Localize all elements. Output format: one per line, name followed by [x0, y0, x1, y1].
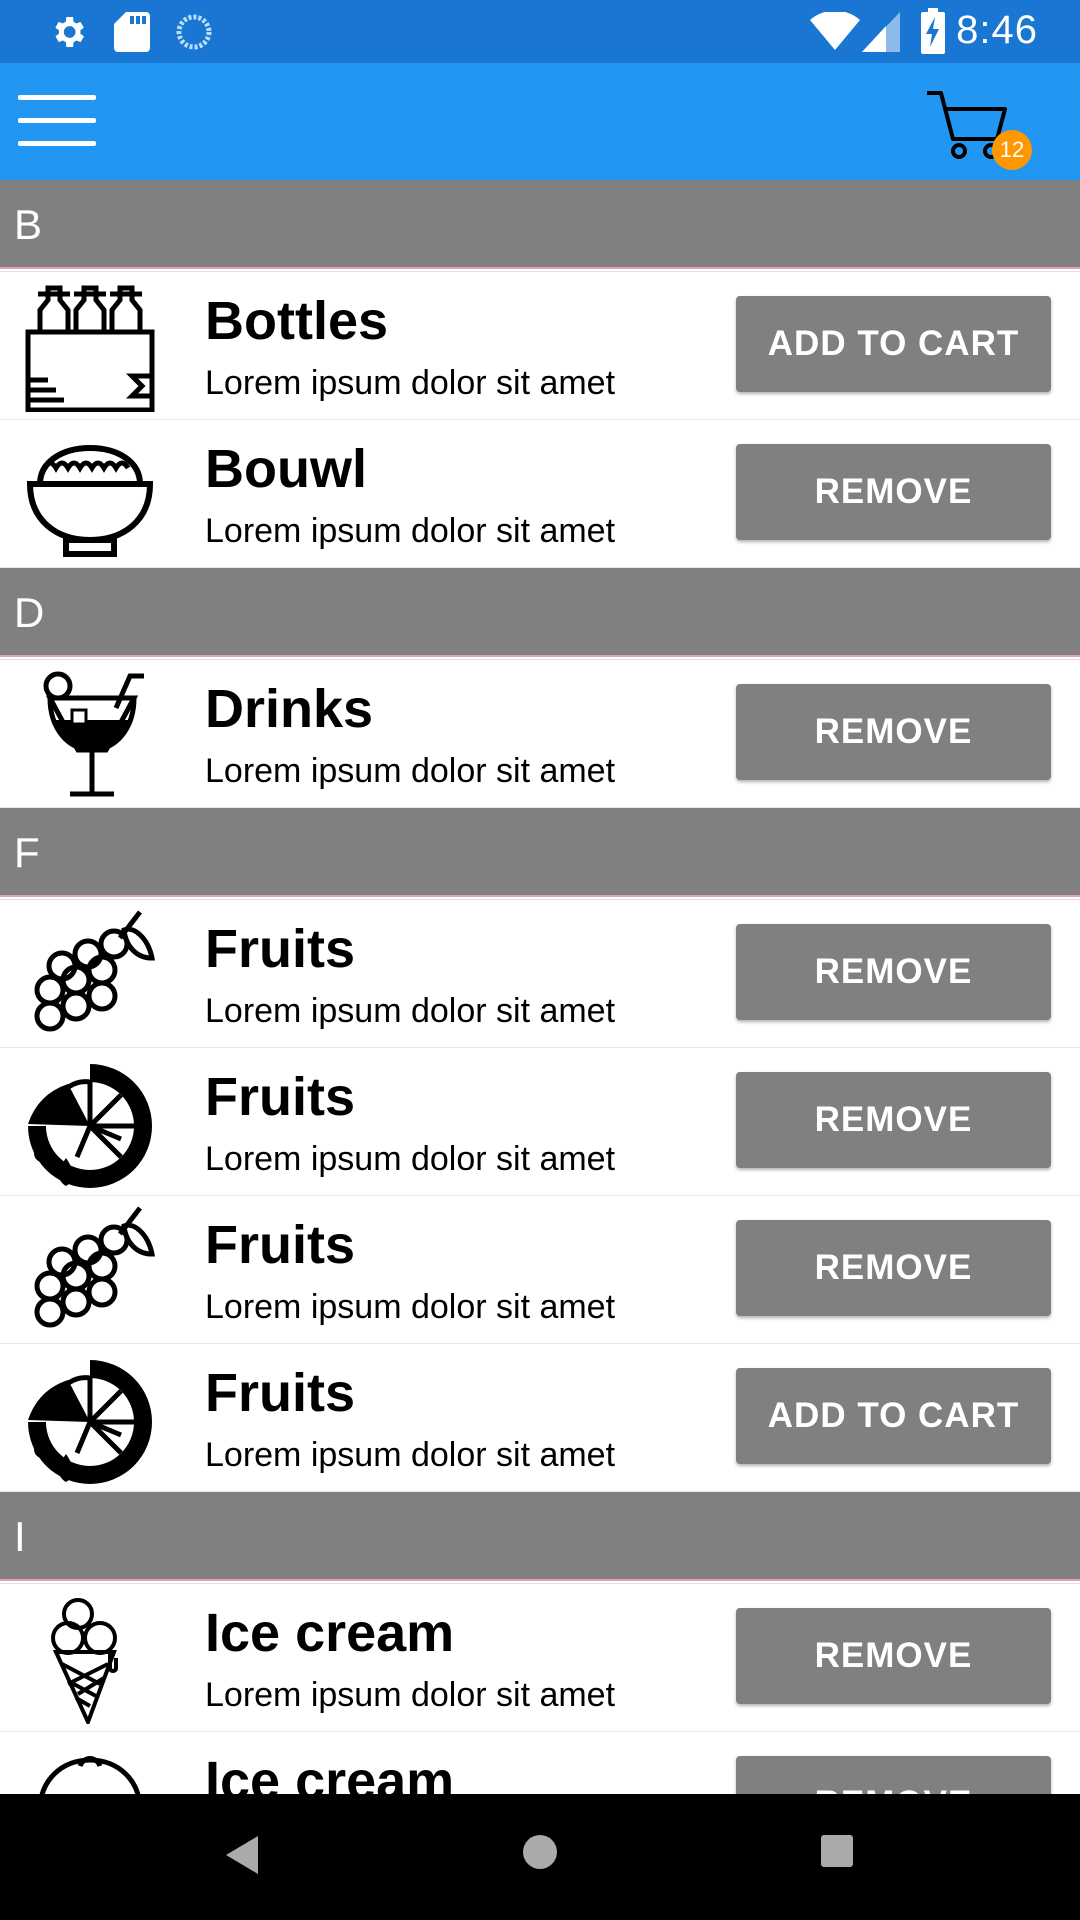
item-title: Bouwl	[205, 439, 367, 499]
signal-icon	[862, 12, 900, 52]
item-description: Lorem ipsum dolor sit amet	[205, 1140, 616, 1178]
sync-icon	[176, 14, 212, 50]
cocktail-glass-icon	[43, 671, 144, 797]
citrus-slice-icon	[28, 1360, 152, 1484]
item-title: Fruits	[205, 1067, 356, 1127]
item-title: Drinks	[205, 679, 374, 739]
section-header: I	[0, 1492, 1080, 1581]
list-item[interactable]: Fruits Lorem ipsum dolor sit amet REMOVE	[0, 1196, 1080, 1344]
add-to-cart-button[interactable]: ADD TO CART	[736, 1368, 1051, 1464]
item-description: Lorem ipsum dolor sit amet	[205, 752, 616, 790]
add-to-cart-button[interactable]: ADD TO CART	[736, 296, 1051, 392]
item-description: Lorem ipsum dolor sit amet	[205, 1436, 616, 1474]
item-description: Lorem ipsum dolor sit amet	[205, 992, 616, 1030]
citrus-slice-icon	[28, 1064, 152, 1188]
battery-charging-icon	[921, 8, 945, 54]
list-item[interactable]: Bouwl Lorem ipsum dolor sit amet REMOVE	[0, 420, 1080, 568]
section-header: F	[0, 808, 1080, 897]
remove-button[interactable]: REMOVE	[736, 1756, 1051, 1794]
item-title: Ice cream	[205, 1603, 455, 1663]
recents-icon[interactable]	[820, 1834, 854, 1868]
item-description: Lorem ipsum dolor sit amet	[205, 1676, 616, 1714]
status-time: 8:46	[956, 8, 1038, 52]
bottles-crate-icon	[25, 285, 155, 412]
remove-button[interactable]: REMOVE	[736, 1072, 1051, 1168]
sd-card-icon	[114, 12, 150, 52]
list-item[interactable]: Fruits Lorem ipsum dolor sit amet REMOVE	[0, 1048, 1080, 1196]
wifi-icon	[810, 12, 860, 50]
grapes-icon	[34, 910, 156, 1032]
item-title: Ice cream	[205, 1751, 455, 1794]
item-description: Lorem ipsum dolor sit amet	[205, 512, 616, 550]
ice-cream-cone-icon	[51, 1598, 118, 1724]
hamburger-menu-icon[interactable]	[16, 85, 98, 157]
item-title: Bottles	[205, 291, 389, 351]
product-list[interactable]: B Bottles Lorem ipsum dolor sit amet ADD TO…	[0, 180, 1080, 1794]
remove-button[interactable]: REMOVE	[736, 444, 1051, 540]
list-item[interactable]: Ice cream Lorem ipsum dolor sit amet REMOV…	[0, 1584, 1080, 1732]
status-bar: 8:46	[0, 0, 1080, 63]
back-icon[interactable]	[222, 1832, 262, 1878]
home-icon[interactable]	[520, 1832, 560, 1872]
list-item[interactable]: Bottles Lorem ipsum dolor sit amet ADD TO …	[0, 272, 1080, 420]
gear-icon	[55, 17, 84, 47]
section-header: D	[0, 568, 1080, 657]
list-item[interactable]: Fruits Lorem ipsum dolor sit amet REMOVE	[0, 900, 1080, 1048]
item-title: Fruits	[205, 1363, 356, 1423]
navigation-bar	[0, 1794, 1080, 1920]
remove-button[interactable]: REMOVE	[736, 684, 1051, 780]
cart-count-badge: 12	[992, 130, 1032, 170]
rice-bowl-icon	[26, 444, 154, 557]
list-item[interactable]: Drinks Lorem ipsum dolor sit amet REMOVE	[0, 660, 1080, 808]
app-bar: 12	[0, 63, 1080, 180]
remove-button[interactable]: REMOVE	[736, 1608, 1051, 1704]
ice-cream-cup-icon	[39, 1756, 141, 1794]
remove-button[interactable]: REMOVE	[736, 1220, 1051, 1316]
item-description: Lorem ipsum dolor sit amet	[205, 364, 616, 402]
list-item[interactable]: Fruits Lorem ipsum dolor sit amet ADD TO C…	[0, 1344, 1080, 1492]
remove-button[interactable]: REMOVE	[736, 924, 1051, 1020]
item-title: Fruits	[205, 1215, 356, 1275]
grapes-icon	[34, 1206, 156, 1328]
section-header: B	[0, 180, 1080, 269]
item-description: Lorem ipsum dolor sit amet	[205, 1288, 616, 1326]
item-title: Fruits	[205, 919, 356, 979]
list-item[interactable]: Ice creamLorem ipsum dolor sit ametREMOV…	[0, 1732, 1080, 1794]
